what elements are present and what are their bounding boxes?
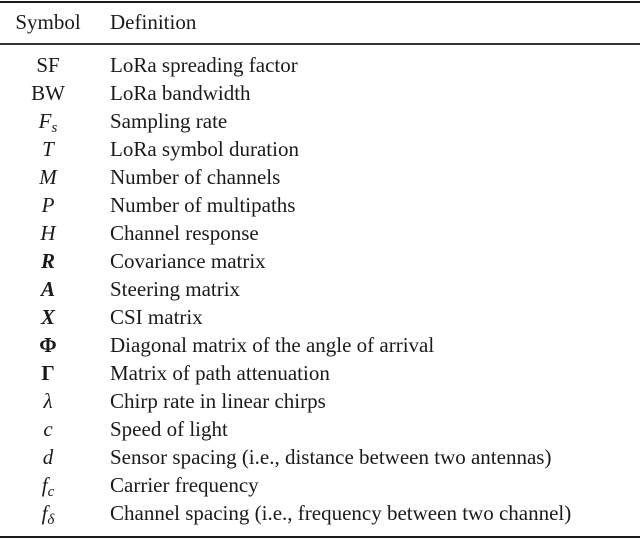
symbol-glyph: H bbox=[40, 221, 56, 245]
header-rule bbox=[0, 43, 640, 45]
table-header: Symbol Definition bbox=[0, 8, 640, 38]
symbol-glyph: A bbox=[40, 277, 55, 301]
symbol-cell: BW bbox=[0, 79, 96, 107]
definition-cell: Covariance matrix bbox=[110, 249, 266, 273]
table-row: X CSI matrix bbox=[0, 303, 640, 331]
table-row: T LoRa symbol duration bbox=[0, 135, 640, 163]
header-symbol: Symbol bbox=[15, 10, 81, 34]
symbol-glyph: T bbox=[42, 137, 54, 161]
symbol-subscript: s bbox=[51, 120, 58, 136]
definition-cell: Speed of light bbox=[110, 417, 228, 441]
definition-cell: CSI matrix bbox=[110, 305, 203, 329]
symbol-cell: Fs bbox=[0, 107, 96, 136]
symbol-cell: X bbox=[0, 303, 96, 331]
definition-cell: Number of multipaths bbox=[110, 193, 296, 217]
definition-cell: Channel response bbox=[110, 221, 259, 245]
table-row: A Steering matrix bbox=[0, 275, 640, 303]
symbol-cell: A bbox=[0, 275, 96, 303]
definition-cell: Steering matrix bbox=[110, 277, 241, 301]
definition-cell: LoRa symbol duration bbox=[110, 137, 299, 161]
definition-cell: LoRa bandwidth bbox=[110, 81, 251, 105]
symbol-cell: Φ bbox=[0, 331, 96, 359]
bottom-rule bbox=[0, 536, 640, 538]
table-body: SF LoRa spreading factor BW LoRa bandwidth F… bbox=[0, 51, 640, 528]
symbol-glyph: c bbox=[43, 417, 53, 441]
symbol-cell: λ bbox=[0, 387, 96, 415]
symbol-glyph: R bbox=[40, 249, 55, 273]
symbol-glyph: BW bbox=[31, 81, 65, 105]
table-row: H Channel response bbox=[0, 219, 640, 247]
table-row: fδ Channel spacing (i.e., frequency betwe… bbox=[0, 499, 640, 528]
symbol-cell: fδ bbox=[0, 499, 96, 528]
definition-cell: Channel spacing (i.e., frequency between… bbox=[110, 501, 572, 525]
symbol-glyph: X bbox=[40, 305, 55, 329]
symbol-cell: H bbox=[0, 219, 96, 247]
definition-cell: Carrier frequency bbox=[110, 473, 259, 497]
symbol-cell: Γ bbox=[0, 359, 96, 387]
table-row: Fs Sampling rate bbox=[0, 107, 640, 136]
definition-cell: Chirp rate in linear chirps bbox=[110, 389, 326, 413]
symbol-glyph: F bbox=[38, 109, 52, 133]
symbol-cell: P bbox=[0, 191, 96, 219]
symbol-cell: M bbox=[0, 163, 96, 191]
definition-cell: Sampling rate bbox=[110, 109, 228, 133]
symbol-glyph: SF bbox=[36, 53, 60, 77]
header-definition: Definition bbox=[110, 10, 197, 34]
table-row: d Sensor spacing (i.e., distance between … bbox=[0, 443, 640, 471]
table-row: P Number of multipaths bbox=[0, 191, 640, 219]
table-row: SF LoRa spreading factor bbox=[0, 51, 640, 79]
symbol-cell: T bbox=[0, 135, 96, 163]
symbol-subscript: c bbox=[47, 484, 55, 500]
symbol-glyph: P bbox=[41, 193, 55, 217]
table-row: Φ Diagonal matrix of the angle of arrival bbox=[0, 331, 640, 359]
symbol-subscript: δ bbox=[47, 512, 55, 528]
symbol-cell: fc bbox=[0, 471, 96, 500]
table-row: BW LoRa bandwidth bbox=[0, 79, 640, 107]
definition-cell: Diagonal matrix of the angle of arrival bbox=[110, 333, 435, 357]
table-row: Γ Matrix of path attenuation bbox=[0, 359, 640, 387]
table-row: λ Chirp rate in linear chirps bbox=[0, 387, 640, 415]
symbol-glyph: Γ bbox=[41, 361, 55, 385]
table-row: fc Carrier frequency bbox=[0, 471, 640, 500]
definition-cell: Matrix of path attenuation bbox=[110, 361, 330, 385]
symbol-cell: d bbox=[0, 443, 96, 471]
definition-cell: LoRa spreading factor bbox=[110, 53, 298, 77]
table-row: M Number of channels bbox=[0, 163, 640, 191]
definition-cell: Number of channels bbox=[110, 165, 281, 189]
definition-cell: Sensor spacing (i.e., distance between t… bbox=[110, 445, 552, 469]
symbol-glyph: λ bbox=[43, 389, 53, 413]
table-row: c Speed of light bbox=[0, 415, 640, 443]
symbol-glyph: M bbox=[39, 165, 57, 189]
symbol-cell: R bbox=[0, 247, 96, 275]
symbol-glyph: d bbox=[42, 445, 54, 469]
symbol-glyph: Φ bbox=[39, 333, 57, 357]
symbol-cell: c bbox=[0, 415, 96, 443]
top-rule bbox=[0, 1, 640, 3]
symbol-cell: SF bbox=[0, 51, 96, 79]
table-row: R Covariance matrix bbox=[0, 247, 640, 275]
